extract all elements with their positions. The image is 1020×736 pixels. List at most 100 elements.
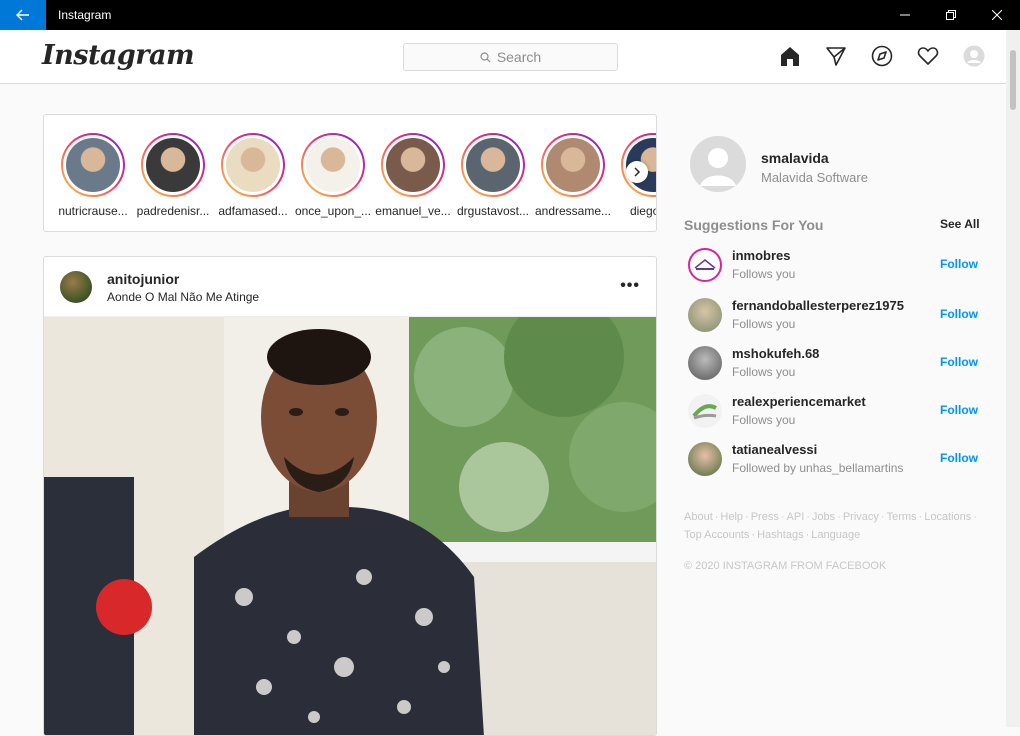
footer-link[interactable]: Top Accounts [684,529,749,541]
window-title: Instagram [58,8,112,22]
story-item[interactable]: nutricrause... [53,133,133,218]
app-header: Instagram Search [0,30,1006,84]
restore-button[interactable] [928,0,974,30]
inmobres-logo-icon [694,259,716,270]
story-avatar-frame [543,135,603,195]
search-placeholder: Search [496,49,542,65]
footer-link[interactable]: Press [751,511,779,523]
footer-separator: · [918,511,923,523]
story-avatar-frame [223,135,283,195]
compass-icon [871,45,893,67]
nav-profile[interactable] [962,44,986,68]
suggestion-subtitle: Follows you [732,267,796,281]
suggestion-avatar[interactable] [688,442,722,476]
close-icon [992,10,1002,20]
follow-button[interactable]: Follow [940,451,978,465]
story-username: diego_... [629,204,656,218]
profile-avatar[interactable] [690,136,746,192]
footer-link[interactable]: Privacy [843,511,879,523]
window-titlebar: Instagram [0,0,1020,30]
copyright: © 2020 INSTAGRAM FROM FACEBOOK [684,560,887,572]
story-username: once_upon_... [294,204,372,218]
story-username: padredenisr... [136,204,210,218]
profile-username[interactable]: smalavida [761,150,829,166]
back-button[interactable] [0,0,46,30]
follow-button[interactable]: Follow [940,257,978,271]
suggestion-avatar[interactable] [688,346,722,380]
story-avatar [546,138,600,192]
story-avatar [66,138,120,192]
story-item[interactable]: andressame... [533,133,613,218]
footer-separator: · [751,529,756,541]
suggestion-avatar[interactable] [688,298,722,332]
story-item[interactable]: adfamased... [213,133,293,218]
footer-separator: · [714,511,719,523]
stories-next-button[interactable] [626,161,648,183]
story-avatar-frame [463,135,523,195]
follow-button[interactable]: Follow [940,355,978,369]
suggestion-subtitle: Follows you [732,365,796,379]
search-input[interactable]: Search [403,43,618,71]
swoosh-logo-icon [692,404,717,420]
post-photo [44,317,656,735]
suggestion-item: realexperiencemarket Follows you Follow [684,392,980,436]
nav-home[interactable] [778,44,802,68]
suggestion-username[interactable]: realexperiencemarket [732,394,866,409]
story-item[interactable]: drgustavost... [453,133,533,218]
story-item[interactable]: once_upon_... [293,133,373,218]
see-all-link[interactable]: See All [940,217,980,231]
post-options-button[interactable]: ••• [620,277,640,295]
suggestion-subtitle: Follows you [732,413,796,427]
footer-separator: · [780,511,785,523]
footer-link[interactable]: Language [811,529,860,541]
post-username[interactable]: anitojunior [107,271,179,287]
suggestion-username[interactable]: tatianealvessi [732,442,817,457]
footer-links: About · Help · Press · API · Jobs · Privacy · Terms ·… [684,508,984,544]
footer-link[interactable]: API [787,511,805,523]
suggestion-username[interactable]: mshokufeh.68 [732,346,819,361]
nav-explore[interactable] [870,44,894,68]
story-ring [381,133,445,197]
story-username: emanuel_ve... [375,204,451,218]
scrollbar[interactable] [1006,30,1020,727]
suggestion-username[interactable]: inmobres [732,248,791,263]
minimize-button[interactable] [882,0,928,30]
minimize-icon [900,14,910,16]
footer-link[interactable]: Help [720,511,743,523]
story-avatar [226,138,280,192]
suggestion-item: inmobres Follows you Follow [684,246,980,290]
close-button[interactable] [974,0,1020,30]
home-icon [781,47,799,66]
post-location[interactable]: Aonde O Mal Não Me Atinge [107,290,259,304]
suggestion-avatar[interactable] [688,394,722,428]
suggestion-username[interactable]: fernandoballesterperez1975 [732,298,904,313]
suggestion-subtitle: Follows you [732,317,796,331]
story-ring [541,133,605,197]
footer-link[interactable]: About [684,511,713,523]
footer-separator: · [837,511,841,523]
scrollbar-thumb[interactable] [1010,50,1016,110]
story-avatar [386,138,440,192]
footer-link[interactable]: Hashtags [757,529,803,541]
nav-activity[interactable] [916,44,940,68]
suggestions-title: Suggestions For You [684,217,824,233]
follow-button[interactable]: Follow [940,307,978,321]
footer-link[interactable]: Terms [887,511,917,523]
post-avatar[interactable] [60,271,92,303]
story-avatar-frame [303,135,363,195]
restore-icon [946,10,956,20]
instagram-logo[interactable]: Instagram [42,40,195,71]
post-image[interactable] [44,317,656,735]
post-header: anitojunior Aonde O Mal Não Me Atinge ••… [44,257,656,317]
footer-link[interactable]: Locations [924,511,971,523]
nav-direct[interactable] [824,44,848,68]
story-item[interactable]: padredenisr... [133,133,213,218]
suggestion-item: tatianealvessi Followed by unhas_bellama… [684,440,980,484]
arrow-left-icon [16,9,29,21]
footer-link[interactable]: Jobs [812,511,835,523]
story-ring [61,133,125,197]
follow-button[interactable]: Follow [940,403,978,417]
story-avatar [306,138,360,192]
story-item[interactable]: emanuel_ve... [373,133,453,218]
suggestion-avatar[interactable] [688,248,722,282]
